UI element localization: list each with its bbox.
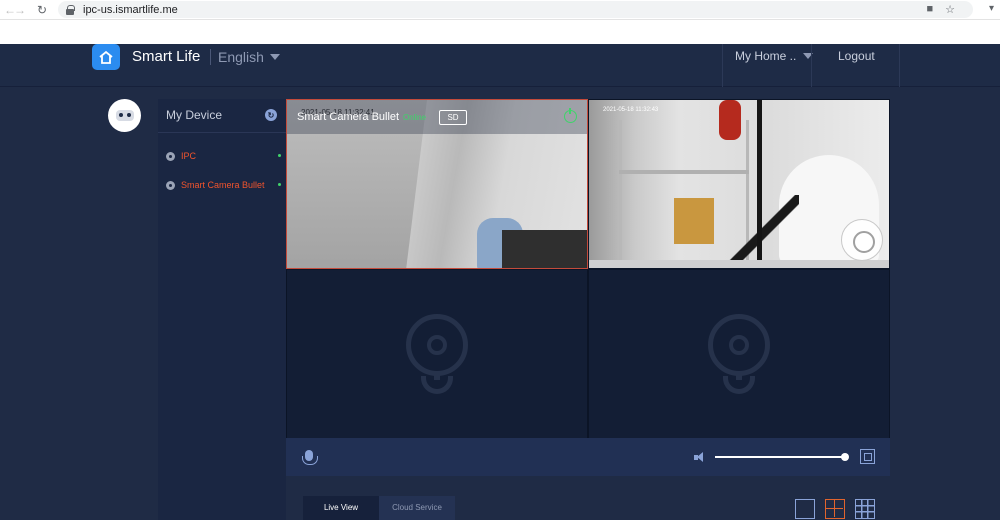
logout-button[interactable]: Logout xyxy=(838,49,875,63)
address-bar[interactable]: ipc-us.ismartlife.me ■ ☆ xyxy=(58,1,973,18)
tab-cloud-service[interactable]: Cloud Service xyxy=(379,496,455,520)
app-name: Smart Life xyxy=(132,48,201,65)
divider xyxy=(158,132,286,133)
volume-slider[interactable] xyxy=(715,453,849,461)
device-panel: My Device ↻ IPC Smart Camera Bullet xyxy=(158,99,286,520)
single-view-icon[interactable] xyxy=(795,499,815,519)
video-cell-1[interactable]: 2021-05-18 11:32:41 Smart Camera Bullet … xyxy=(286,99,588,269)
camera-title: Smart Camera Bullet xyxy=(297,111,400,123)
avatar[interactable] xyxy=(108,99,141,132)
app-header: Smart Life English My Home .. Logout xyxy=(0,44,1000,87)
camera-placeholder-icon xyxy=(708,314,770,396)
video-cell-2[interactable]: 2021-05-18 11:32:43 xyxy=(588,99,890,269)
extension-icon[interactable]: ▾ xyxy=(989,3,994,14)
device-name: Smart Camera Bullet xyxy=(181,180,265,190)
divider xyxy=(722,44,723,87)
device-item-smart-camera-bullet[interactable]: Smart Camera Bullet xyxy=(166,180,281,190)
reload-icon[interactable]: ↻ xyxy=(32,3,52,17)
divider xyxy=(811,44,812,87)
home-menu-label: My Home .. xyxy=(735,49,797,63)
online-indicator xyxy=(278,154,281,157)
home-menu[interactable]: My Home .. xyxy=(735,49,814,63)
divider xyxy=(899,44,900,87)
nine-view-icon[interactable] xyxy=(855,499,875,519)
power-icon[interactable] xyxy=(564,108,577,123)
chevron-down-icon xyxy=(269,54,280,60)
device-name: IPC xyxy=(181,151,197,161)
camera-overlay: Smart Camera Bullet Online SD xyxy=(287,100,587,134)
refresh-icon[interactable]: ↻ xyxy=(265,109,277,121)
fullscreen-icon[interactable] xyxy=(860,449,875,464)
camera-icon xyxy=(166,180,175,190)
camera-indicator-icon[interactable]: ■ xyxy=(926,3,933,16)
camera-status: Online xyxy=(403,113,427,122)
online-indicator xyxy=(278,183,281,186)
camera-icon xyxy=(166,151,175,161)
view-tabs: Live View Cloud Service xyxy=(303,496,455,520)
lock-icon xyxy=(66,5,75,15)
microphone-icon[interactable] xyxy=(302,450,318,465)
arrow-right-icon[interactable]: → xyxy=(10,3,30,17)
video-cell-3[interactable] xyxy=(286,269,588,439)
tab-live-view[interactable]: Live View xyxy=(303,496,379,520)
quality-button[interactable]: SD xyxy=(439,110,467,125)
language-select[interactable]: English xyxy=(218,49,280,65)
video-timestamp: 2021-05-18 11:32:43 xyxy=(603,107,659,113)
volume-fill xyxy=(715,456,845,458)
speaker-icon[interactable] xyxy=(694,452,704,462)
star-icon[interactable]: ☆ xyxy=(945,3,955,16)
camera-placeholder-icon xyxy=(406,314,468,396)
language-label: English xyxy=(218,49,264,65)
home-logo-icon[interactable] xyxy=(92,44,120,70)
video-cell-4[interactable] xyxy=(588,269,890,439)
panel-title: My Device xyxy=(166,108,223,122)
quad-view-icon[interactable] xyxy=(825,499,845,519)
page-top-strip xyxy=(0,20,1000,44)
layout-switcher xyxy=(795,499,875,519)
volume-handle[interactable] xyxy=(841,453,849,461)
url-text: ipc-us.ismartlife.me xyxy=(83,3,178,16)
video-grid: 2021-05-18 11:32:41 Smart Camera Bullet … xyxy=(286,99,890,439)
robot-icon xyxy=(115,110,134,121)
player-controls xyxy=(286,438,890,476)
divider xyxy=(210,49,211,65)
ptz-control[interactable] xyxy=(841,219,883,261)
bottom-toolbar: Live View Cloud Service xyxy=(286,476,890,520)
browser-toolbar: ← → ↻ ipc-us.ismartlife.me ■ ☆ ▾ xyxy=(0,0,1000,20)
device-item-ipc[interactable]: IPC xyxy=(166,151,281,161)
